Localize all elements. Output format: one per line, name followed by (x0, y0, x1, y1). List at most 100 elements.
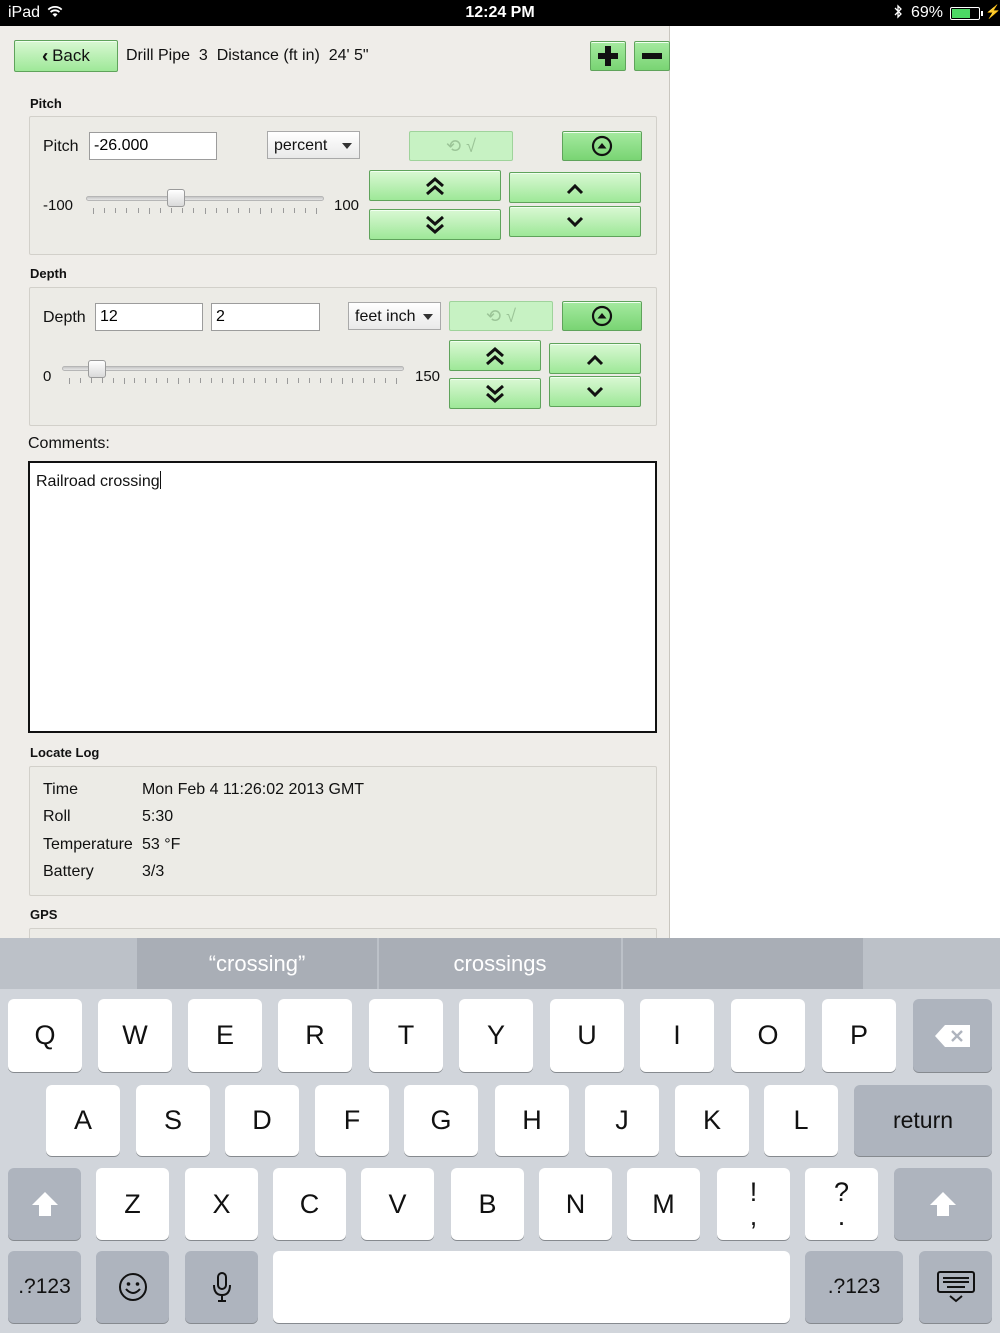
pitch-input[interactable] (89, 132, 217, 160)
backspace-icon (934, 1024, 970, 1047)
slider-tick (232, 378, 234, 384)
depth-big-down-button[interactable] (449, 378, 541, 409)
slider-tick (182, 208, 184, 213)
pitch-small-up-button[interactable] (509, 172, 641, 203)
slider-tick (126, 208, 128, 213)
slider-tick (188, 378, 190, 383)
pitch-slider-track[interactable] (86, 196, 324, 201)
key-g[interactable]: G (404, 1085, 478, 1156)
pitch-eject-button[interactable] (562, 131, 642, 161)
key-o[interactable]: O (731, 999, 805, 1072)
key-exclaim-comma[interactable]: ! , (717, 1168, 790, 1240)
add-button[interactable] (590, 41, 626, 71)
suggestion-2[interactable]: crossings (379, 938, 621, 989)
key-p[interactable]: P (822, 999, 896, 1072)
depth-slider-track[interactable] (62, 366, 404, 371)
slider-tick (93, 208, 94, 214)
slider-tick (352, 378, 354, 383)
key-f[interactable]: F (315, 1085, 389, 1156)
return-key[interactable]: return (854, 1085, 992, 1156)
slider-tick (304, 208, 306, 213)
up-circle-icon (591, 305, 613, 327)
key-r[interactable]: R (278, 999, 352, 1072)
slider-tick (237, 208, 239, 213)
key-w[interactable]: W (98, 999, 172, 1072)
key-c[interactable]: C (273, 1168, 346, 1240)
space-key[interactable] (273, 1251, 790, 1323)
shift-key-right[interactable] (894, 1168, 992, 1240)
hide-keyboard-key[interactable] (919, 1251, 992, 1323)
emoji-key[interactable] (96, 1251, 169, 1323)
key-b[interactable]: B (451, 1168, 524, 1240)
depth-inches-input[interactable] (211, 303, 320, 331)
depth-big-up-button[interactable] (449, 340, 541, 371)
key-n[interactable]: N (539, 1168, 612, 1240)
depth-unit-select[interactable]: feet inch (348, 302, 441, 330)
key-v[interactable]: V (361, 1168, 434, 1240)
pitch-slider-max: 100 (334, 197, 360, 214)
slider-tick (215, 208, 217, 213)
comments-text: Railroad crossing (36, 473, 160, 490)
key-e[interactable]: E (188, 999, 262, 1072)
key-m[interactable]: M (627, 1168, 700, 1240)
suggestion-1[interactable]: “crossing” (137, 938, 377, 989)
key-h[interactable]: H (495, 1085, 569, 1156)
suggestion-3[interactable] (623, 938, 863, 989)
dictation-key[interactable] (185, 1251, 258, 1323)
log-label-temperature: Temperature (43, 836, 133, 853)
slider-tick (104, 208, 106, 213)
depth-feet-input[interactable] (95, 303, 203, 331)
shift-icon (31, 1192, 58, 1216)
key-z[interactable]: Z (96, 1168, 169, 1240)
numbers-key-right[interactable]: .?123 (805, 1251, 903, 1323)
numbers-key-left[interactable]: .?123 (8, 1251, 81, 1323)
depth-eject-button[interactable] (562, 301, 642, 331)
slider-tick (385, 378, 387, 383)
page-title: Drill Pipe 3 Distance (ft in) 24' 5" (126, 47, 369, 64)
key-s[interactable]: S (136, 1085, 210, 1156)
key-q[interactable]: Q (8, 999, 82, 1072)
key-l[interactable]: L (764, 1085, 838, 1156)
key-i[interactable]: I (640, 999, 714, 1072)
backspace-key[interactable] (913, 999, 992, 1072)
chevron-down-icon (566, 216, 584, 227)
emoji-icon (118, 1273, 147, 1301)
depth-small-down-button[interactable] (549, 376, 641, 407)
key-k[interactable]: K (675, 1085, 749, 1156)
key-u[interactable]: U (550, 999, 624, 1072)
depth-label: Depth (43, 309, 86, 326)
double-chevron-down-icon (486, 384, 504, 403)
locate-log-title: Locate Log (30, 745, 100, 760)
key-d[interactable]: D (225, 1085, 299, 1156)
gps-section-title: GPS (30, 907, 58, 922)
bluetooth-icon (893, 4, 903, 24)
key-a[interactable]: A (46, 1085, 120, 1156)
key-t[interactable]: T (369, 999, 443, 1072)
remove-button[interactable] (634, 41, 670, 71)
slider-tick (226, 208, 228, 213)
comments-textarea[interactable]: Railroad crossing (28, 461, 657, 733)
shift-key-left[interactable] (8, 1168, 81, 1240)
pitch-big-up-button[interactable] (369, 170, 501, 201)
pitch-unit-select[interactable]: percent (267, 131, 360, 159)
depth-slider-ticks (69, 378, 397, 384)
slider-tick (145, 378, 147, 383)
pitch-undo-button[interactable]: ⟲ √ (409, 131, 513, 161)
slider-tick (271, 208, 273, 213)
depth-small-up-button[interactable] (549, 343, 641, 374)
key-x[interactable]: X (185, 1168, 258, 1240)
depth-slider-min: 0 (43, 368, 52, 385)
back-button[interactable]: ‹‹ Back (14, 40, 118, 72)
log-label-battery: Battery (43, 863, 94, 880)
depth-undo-button[interactable]: ⟲ √ (449, 301, 553, 331)
key-question-period[interactable]: ? . (805, 1168, 878, 1240)
status-bar: iPad 12:24 PM 69% ⚡ (0, 0, 1000, 26)
key-y[interactable]: Y (459, 999, 533, 1072)
pitch-small-down-button[interactable] (509, 206, 641, 237)
key-j[interactable]: J (585, 1085, 659, 1156)
back-button-label: Back (52, 46, 90, 65)
depth-slider-thumb[interactable] (88, 360, 107, 378)
pitch-slider-thumb[interactable] (167, 189, 186, 207)
pitch-big-down-button[interactable] (369, 209, 501, 240)
slider-tick (293, 208, 295, 213)
